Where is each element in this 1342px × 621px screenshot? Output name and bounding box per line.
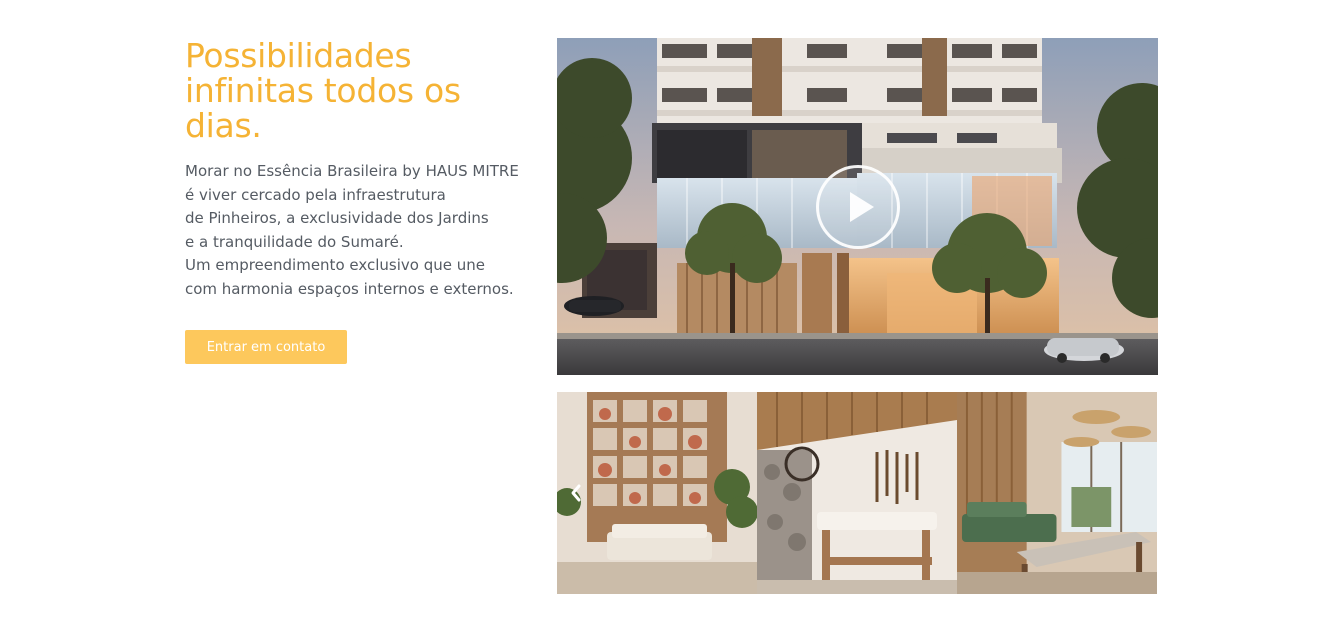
section-headline: Possibilidades infinitas todos os dias.	[185, 38, 525, 143]
contact-button[interactable]: Entrar em contato	[185, 330, 347, 364]
intro-line: e a tranquilidade do Sumaré.	[185, 232, 404, 251]
intro-line: com harmonia espaços internos e externos…	[185, 279, 514, 298]
intro-line: é viver cercado pela infraestrutura	[185, 185, 446, 204]
headline-line: dias.	[185, 106, 262, 145]
gallery-slide-spa-room[interactable]	[757, 392, 957, 594]
game-room-image	[957, 392, 1157, 594]
spa-room-image	[757, 392, 957, 594]
gallery-carousel	[557, 392, 1158, 594]
intro-line: Um empreendimento exclusivo que une	[185, 256, 485, 275]
gallery-slide-game-room[interactable]	[957, 392, 1157, 594]
living-room-image	[557, 392, 757, 594]
headline-line: infinitas todos os	[185, 71, 461, 110]
intro-paragraph: Morar no Essência Brasileira by HAUS MIT…	[185, 160, 555, 302]
intro-line: de Pinheiros, a exclusividade dos Jardin…	[185, 209, 489, 228]
chevron-left-icon	[571, 484, 581, 502]
hero-video[interactable]	[557, 38, 1158, 375]
intro-line: Morar no Essência Brasileira by HAUS MIT…	[185, 162, 519, 180]
gallery-prev-button[interactable]	[565, 478, 587, 508]
headline-line: Possibilidades	[185, 36, 412, 75]
play-icon	[850, 192, 874, 222]
play-button[interactable]	[816, 165, 900, 249]
gallery-slide-living-room[interactable]	[557, 392, 757, 594]
